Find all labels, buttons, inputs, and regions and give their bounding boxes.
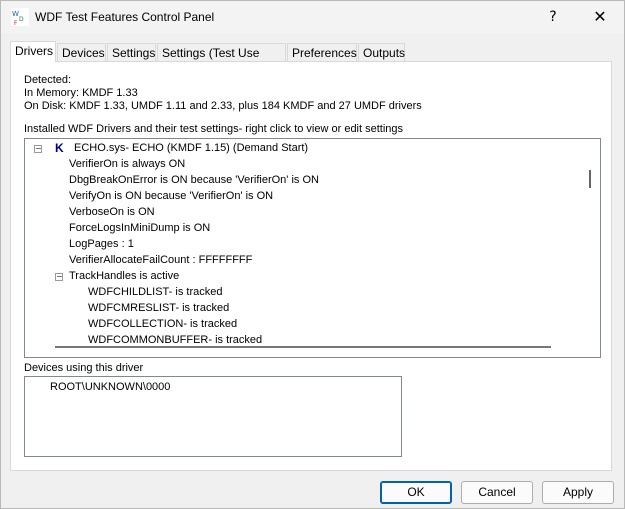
window-title: WDF Test Features Control Panel [35, 10, 215, 24]
tree-driver-echo[interactable]: ECHO.sys- ECHO (KMDF 1.15) (Demand Start… [74, 142, 308, 154]
vertical-scrollbar-thumb[interactable] [589, 170, 591, 188]
cancel-button[interactable]: Cancel [461, 481, 533, 504]
kmdf-driver-icon: K [55, 141, 64, 155]
tree-setting-verifierallocatefailcount[interactable]: VerifierAllocateFailCount : FFFFFFFF [69, 254, 252, 266]
collapse-driver-icon[interactable]: − [34, 145, 42, 153]
tree-setting-trackhandles[interactable]: TrackHandles is active [69, 270, 179, 282]
apply-button[interactable]: Apply [542, 481, 614, 504]
close-button[interactable]: ✕ [582, 6, 618, 28]
tab-preferences[interactable]: Preferences [287, 43, 357, 61]
svg-text:W: W [12, 10, 19, 18]
collapse-trackhandles-icon[interactable]: − [55, 273, 63, 281]
help-button[interactable]: ? [535, 6, 571, 28]
tree-setting-verifieron[interactable]: VerifierOn is always ON [69, 158, 185, 170]
title-bar[interactable]: W D F WDF Test Features Control Panel ? … [1, 1, 624, 33]
tab-settings[interactable]: Settings [107, 43, 156, 61]
dialog-window: W D F WDF Test Features Control Panel ? … [0, 0, 625, 509]
detected-info: Detected: In Memory: KMDF 1.33 On Disk: … [24, 74, 422, 113]
device-item-root-unknown[interactable]: ROOT\UNKNOWN\0000 [50, 381, 170, 393]
tree-setting-logpages[interactable]: LogPages : 1 [69, 238, 134, 250]
horizontal-scrollbar-thumb[interactable] [55, 346, 551, 348]
tab-settings-test-use-only[interactable]: Settings (Test Use Only) [157, 43, 286, 78]
detected-on-disk: On Disk: KMDF 1.33, UMDF 1.11 and 2.33, … [24, 100, 422, 112]
devices-list[interactable]: ROOT\UNKNOWN\0000 [24, 376, 402, 457]
tree-tracked-wdfcmreslist[interactable]: WDFCMRESLIST- is tracked [88, 302, 229, 314]
tree-setting-verifyon[interactable]: VerifyOn is ON because 'VerifierOn' is O… [69, 190, 273, 202]
ok-button[interactable]: OK [380, 481, 452, 504]
tab-drivers[interactable]: Drivers [10, 41, 56, 62]
drivers-panel: Detected: In Memory: KMDF 1.33 On Disk: … [10, 61, 612, 471]
tab-outputs[interactable]: Outputs [358, 43, 405, 61]
detected-heading: Detected: [24, 74, 72, 86]
installed-drivers-label: Installed WDF Drivers and their test set… [24, 123, 404, 135]
wdf-app-icon: W D F [11, 8, 29, 26]
devices-using-driver-label: Devices using this driver [24, 362, 144, 374]
tree-tracked-wdfchildlist[interactable]: WDFCHILDLIST- is tracked [88, 286, 222, 298]
tree-setting-dbgbreakonerror[interactable]: DbgBreakOnError is ON because 'VerifierO… [69, 174, 319, 186]
installed-drivers-tree[interactable]: − K ECHO.sys- ECHO (KMDF 1.15) (Demand S… [24, 138, 601, 358]
tree-setting-forcelogsinminidump[interactable]: ForceLogsInMiniDump is ON [69, 222, 210, 234]
svg-text:D: D [19, 16, 24, 23]
svg-text:F: F [14, 20, 18, 26]
tree-tracked-wdfcollection[interactable]: WDFCOLLECTION- is tracked [88, 318, 237, 330]
tab-devices[interactable]: Devices [57, 43, 106, 61]
tree-tracked-wdfcommonbuffer[interactable]: WDFCOMMONBUFFER- is tracked [88, 334, 262, 346]
tree-setting-verboseon[interactable]: VerboseOn is ON [69, 206, 155, 218]
detected-in-memory: In Memory: KMDF 1.33 [24, 87, 138, 99]
